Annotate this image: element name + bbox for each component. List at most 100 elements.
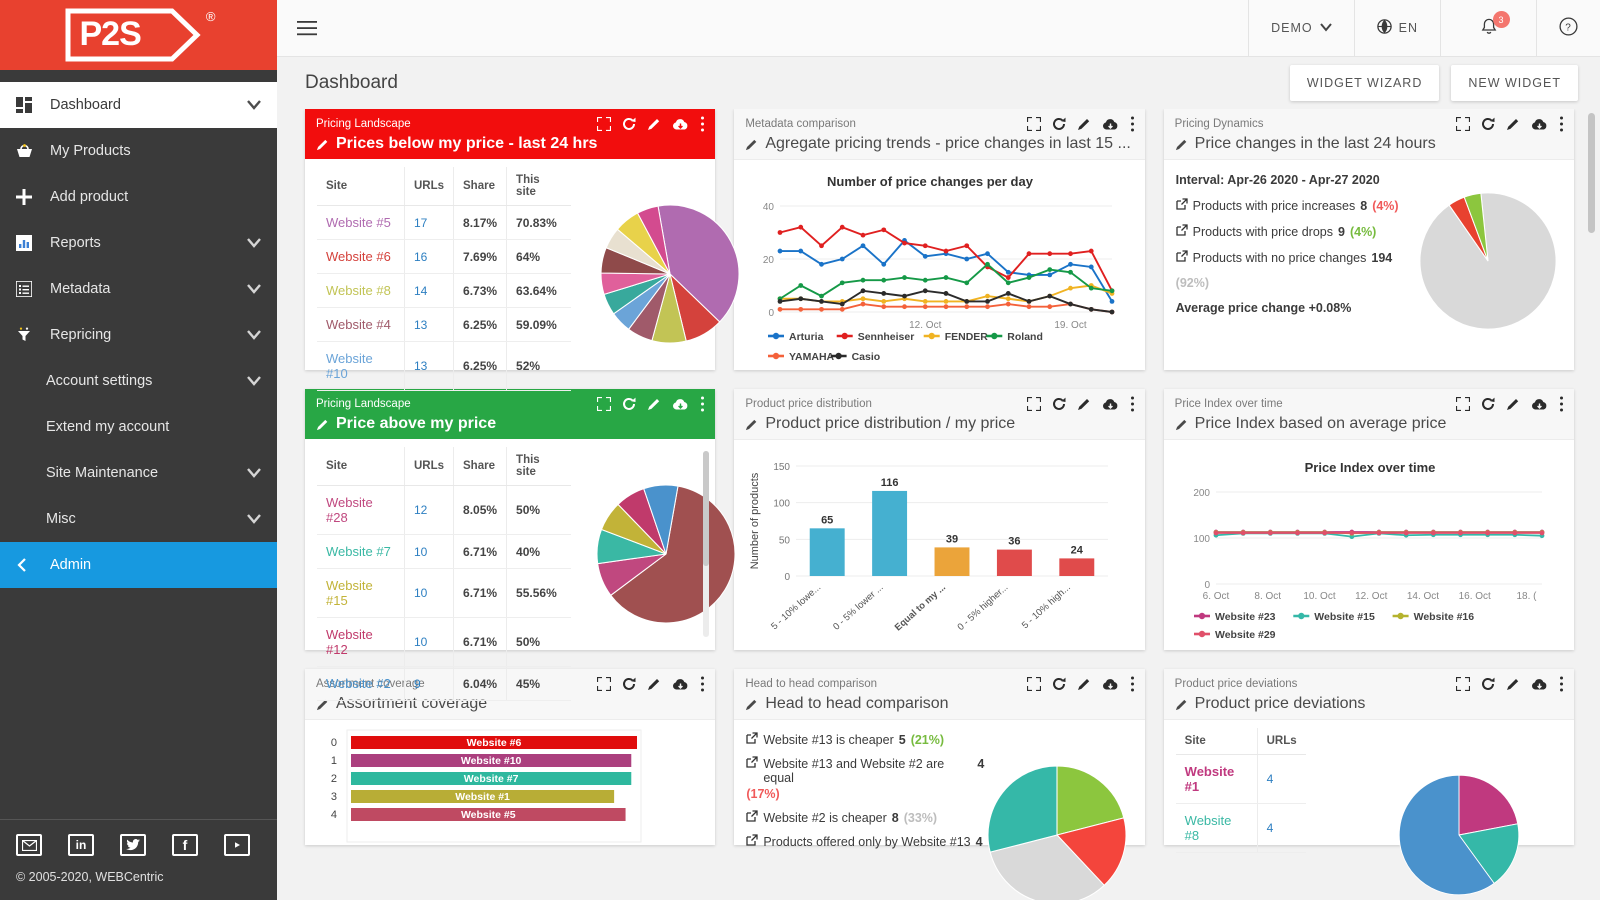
bar[interactable] xyxy=(997,549,1033,576)
data-point[interactable] xyxy=(1089,306,1094,312)
data-point[interactable] xyxy=(1047,267,1053,272)
h2h-line-2[interactable]: Website #13 and Website #2 are equal 4 xyxy=(746,756,984,785)
edit-pencil-icon[interactable] xyxy=(745,698,758,711)
data-point[interactable] xyxy=(860,301,866,307)
more-options-icon[interactable] xyxy=(1130,676,1135,692)
brand-logo[interactable]: P2S ® xyxy=(0,0,277,70)
legend-label[interactable]: Roland xyxy=(1008,331,1044,343)
data-point[interactable] xyxy=(1109,309,1115,315)
data-point[interactable] xyxy=(798,224,804,230)
table-row[interactable]: Website #2 9 6.04% 45% xyxy=(317,666,571,701)
data-point[interactable] xyxy=(1006,291,1011,296)
data-point[interactable] xyxy=(1047,304,1053,310)
data-point[interactable] xyxy=(1349,530,1354,536)
expand-icon[interactable] xyxy=(1026,677,1041,691)
data-point[interactable] xyxy=(1006,275,1011,280)
cell-site[interactable]: Website #2 xyxy=(317,666,405,701)
legend-label[interactable]: YAMAHA xyxy=(789,351,835,363)
page-scrollbar[interactable] xyxy=(1587,109,1596,900)
legend-label[interactable]: FENDER xyxy=(945,331,989,343)
more-options-icon[interactable] xyxy=(1559,116,1564,132)
data-point[interactable] xyxy=(1484,530,1490,536)
data-point[interactable] xyxy=(923,277,928,283)
data-point[interactable] xyxy=(943,304,949,310)
email-icon[interactable] xyxy=(16,834,42,856)
data-point[interactable] xyxy=(1376,530,1382,536)
data-point[interactable] xyxy=(923,299,928,304)
refresh-icon[interactable] xyxy=(622,677,636,691)
notifications-button[interactable]: 3 xyxy=(1440,0,1536,56)
data-point[interactable] xyxy=(1512,530,1517,536)
chevron-down-icon[interactable] xyxy=(247,330,261,340)
cell-site[interactable]: Website #7 xyxy=(317,534,405,569)
data-point[interactable] xyxy=(985,261,991,267)
sidebar-item-extend-my-account[interactable]: Extend my account xyxy=(0,404,277,450)
facebook-icon[interactable]: f xyxy=(172,834,198,856)
table-row[interactable]: Website #15 10 6.71% 55.56% xyxy=(317,568,571,618)
data-point[interactable] xyxy=(860,288,866,294)
account-menu[interactable]: DEMO xyxy=(1248,0,1354,56)
sidebar-item-site-maintenance[interactable]: Site Maintenance xyxy=(0,450,277,496)
more-options-icon[interactable] xyxy=(1559,396,1564,412)
data-point[interactable] xyxy=(1006,280,1011,286)
help-button[interactable]: ? xyxy=(1536,0,1600,56)
data-point[interactable] xyxy=(923,288,928,294)
table-row[interactable]: Website #12 10 6.71% 50% xyxy=(317,617,571,667)
language-selector[interactable]: EN xyxy=(1353,0,1440,56)
cell-site[interactable]: Website #15 xyxy=(317,568,405,618)
chevron-down-icon[interactable] xyxy=(247,514,261,524)
legend-label[interactable]: Website #23 xyxy=(1215,611,1276,623)
data-point[interactable] xyxy=(985,293,991,299)
data-point[interactable] xyxy=(881,299,887,304)
cell-site[interactable]: Website #1 xyxy=(1175,754,1258,804)
data-point[interactable] xyxy=(819,293,825,299)
data-point[interactable] xyxy=(1240,530,1246,536)
sidebar-item-dashboard[interactable]: Dashboard xyxy=(0,82,277,128)
data-point[interactable] xyxy=(840,256,845,262)
data-point[interactable] xyxy=(1457,530,1463,536)
data-point[interactable] xyxy=(1403,530,1409,536)
data-point[interactable] xyxy=(1068,269,1074,275)
edit-pencil-icon[interactable] xyxy=(1077,397,1091,411)
data-point[interactable] xyxy=(777,248,783,254)
data-point[interactable] xyxy=(964,304,970,310)
cloud-download-icon[interactable] xyxy=(1531,398,1548,411)
refresh-icon[interactable] xyxy=(1481,397,1495,411)
data-point[interactable] xyxy=(1089,264,1094,270)
data-point[interactable] xyxy=(923,243,928,249)
cloud-download-icon[interactable] xyxy=(1102,118,1119,131)
data-point[interactable] xyxy=(985,299,991,304)
data-point[interactable] xyxy=(902,275,908,280)
widget-wizard-button[interactable]: WIDGET WIZARD xyxy=(1289,65,1440,101)
refresh-icon[interactable] xyxy=(1052,117,1066,131)
data-point[interactable] xyxy=(943,299,949,304)
refresh-icon[interactable] xyxy=(1481,677,1495,691)
data-point[interactable] xyxy=(985,251,991,257)
legend-label[interactable]: Sennheiser xyxy=(858,331,915,343)
data-point[interactable] xyxy=(985,304,991,310)
sidebar-item-my-products[interactable]: My Products xyxy=(0,128,277,174)
data-point[interactable] xyxy=(1047,293,1053,299)
data-point[interactable] xyxy=(819,306,825,312)
data-point[interactable] xyxy=(1539,530,1545,536)
data-point[interactable] xyxy=(881,227,887,233)
data-point[interactable] xyxy=(1026,304,1032,310)
stat-price-drops[interactable]: Products with price drops 9 (4%) xyxy=(1176,224,1408,239)
new-widget-button[interactable]: NEW WIDGET xyxy=(1451,65,1578,101)
more-options-icon[interactable] xyxy=(700,116,705,132)
data-point[interactable] xyxy=(840,301,845,307)
legend-label[interactable]: Website #15 xyxy=(1314,611,1375,623)
data-point[interactable] xyxy=(860,232,866,238)
cell-site[interactable]: Website #10 xyxy=(317,341,405,391)
cell-site[interactable]: Website #6 xyxy=(317,239,405,274)
menu-toggle-button[interactable] xyxy=(277,0,337,56)
expand-icon[interactable] xyxy=(1456,117,1470,131)
sidebar-item-misc[interactable]: Misc xyxy=(0,496,277,542)
h2h-line-3[interactable]: Website #2 is cheaper 8 (33%) xyxy=(746,810,984,825)
edit-pencil-icon[interactable] xyxy=(647,397,661,411)
chevron-down-icon[interactable] xyxy=(247,284,261,294)
bar[interactable] xyxy=(810,528,846,576)
chevron-down-icon[interactable] xyxy=(247,238,261,248)
data-point[interactable] xyxy=(1213,530,1219,536)
data-point[interactable] xyxy=(1109,288,1115,294)
